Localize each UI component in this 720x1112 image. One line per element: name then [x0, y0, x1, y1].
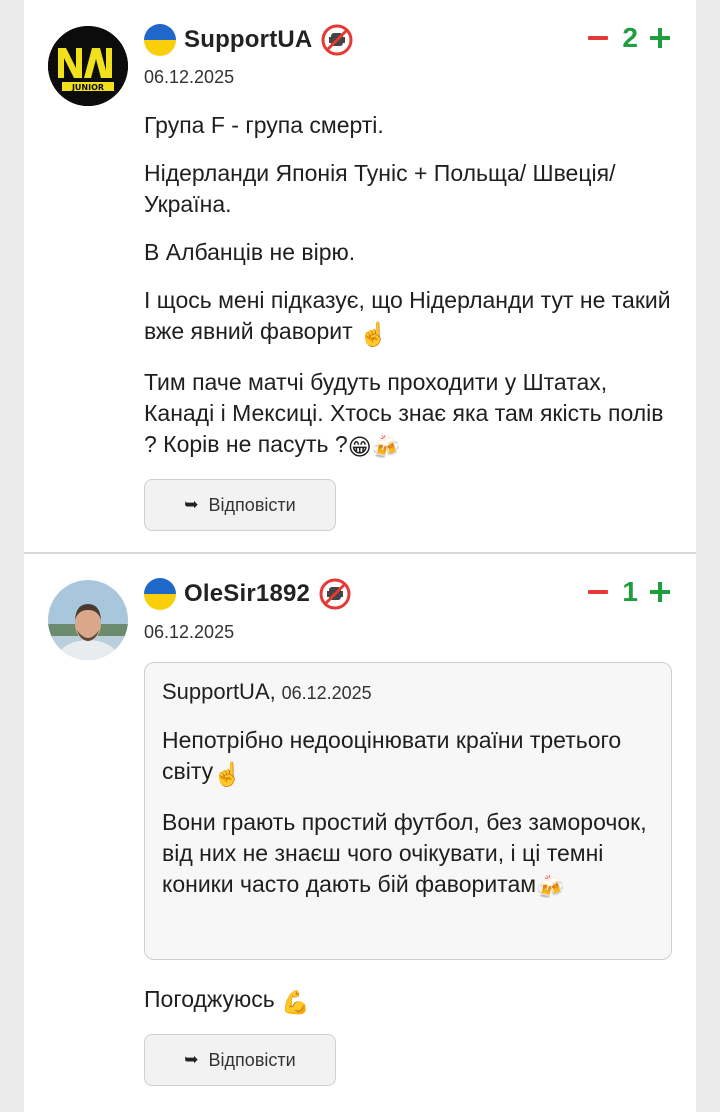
comment-paragraph: В Албанців не вірю.	[144, 239, 356, 265]
quote-date: 06.12.2025	[281, 683, 372, 703]
upvote-button[interactable]	[648, 574, 672, 610]
comment-body: Група F - група смерті. Нідерланди Японі…	[144, 110, 674, 480]
vote-controls: 2	[586, 20, 672, 56]
comment-paragraph: Тим паче матчі будуть проходити у Штатах…	[144, 369, 664, 457]
comment-paragraph: Нідерланди Японія Туніс + Польща/ Швеція…	[144, 160, 616, 217]
reply-arrow-icon: ➥	[184, 495, 199, 514]
clinking-beers-emoji: 🍻	[371, 434, 401, 460]
comment-body: Погоджуюсь 💪	[144, 984, 310, 1018]
navi-logo-icon: JUNIOR	[48, 26, 128, 106]
comment-header: SupportUA	[144, 20, 354, 60]
reply-button[interactable]: ➥ Відповісти	[144, 479, 336, 531]
downvote-button[interactable]	[586, 20, 612, 56]
comment-paragraph: Погоджуюсь	[144, 986, 275, 1012]
comment-paragraph: І щось мені підказує, що Нідерланди тут …	[144, 287, 671, 344]
quoted-comment: SupportUA, 06.12.2025 Непотрібно недооці…	[144, 662, 672, 960]
vote-count: 1	[622, 576, 638, 607]
vote-controls: 1	[586, 574, 672, 610]
quote-author: SupportUA,	[162, 679, 276, 704]
ukraine-flag-icon	[144, 578, 176, 610]
quote-paragraph-with-emoji: Непотрібно недооцінювати країни третього…	[162, 725, 655, 790]
downvote-button[interactable]	[586, 574, 612, 610]
reply-label: Відповісти	[208, 1049, 296, 1070]
ukraine-flag-icon	[144, 24, 176, 56]
reply-label: Відповісти	[208, 494, 296, 515]
clinking-beers-emoji: 🍻	[536, 874, 565, 900]
avatar[interactable]: JUNIOR	[48, 26, 128, 106]
comment-paragraph: Група F - група смерті.	[144, 112, 384, 138]
grinning-emoji: 😁	[347, 434, 372, 460]
quote-paragraph: Вони грають простий футбол, без заморочо…	[162, 809, 647, 897]
reply-button[interactable]: ➥ Відповісти	[144, 1034, 336, 1086]
comment-paragraph-with-emoji: Тим паче матчі будуть проходити у Штатах…	[144, 367, 674, 463]
upvote-button[interactable]	[648, 20, 672, 56]
avatar[interactable]	[48, 580, 128, 660]
quote-paragraph-with-emoji: Вони грають простий футбол, без заморочо…	[162, 807, 655, 903]
vote-count: 2	[622, 22, 638, 53]
svg-text:JUNIOR: JUNIOR	[71, 83, 104, 92]
comments-feed: JUNIOR SupportUA 06.12.2025 2 Група F - …	[24, 0, 696, 1112]
user-photo-icon	[48, 580, 128, 660]
comment-paragraph-with-emoji: І щось мені підказує, що Нідерланди тут …	[144, 285, 674, 350]
no-mic-badge-icon	[321, 24, 353, 56]
comment-header: OleSir1892	[144, 574, 352, 614]
comment-date: 06.12.2025	[144, 622, 235, 642]
index-pointing-up-emoji: ☝️	[213, 761, 242, 787]
reply-arrow-icon: ➥	[184, 1050, 199, 1069]
username[interactable]: SupportUA	[184, 26, 312, 54]
username[interactable]: OleSir1892	[184, 580, 310, 608]
no-mic-badge-icon	[319, 578, 351, 610]
quote-header: SupportUA, 06.12.2025	[162, 679, 655, 705]
comment-date: 06.12.2025	[144, 67, 235, 87]
flexed-biceps-emoji: 💪	[281, 989, 310, 1015]
index-pointing-up-emoji: ☝️	[359, 321, 388, 347]
